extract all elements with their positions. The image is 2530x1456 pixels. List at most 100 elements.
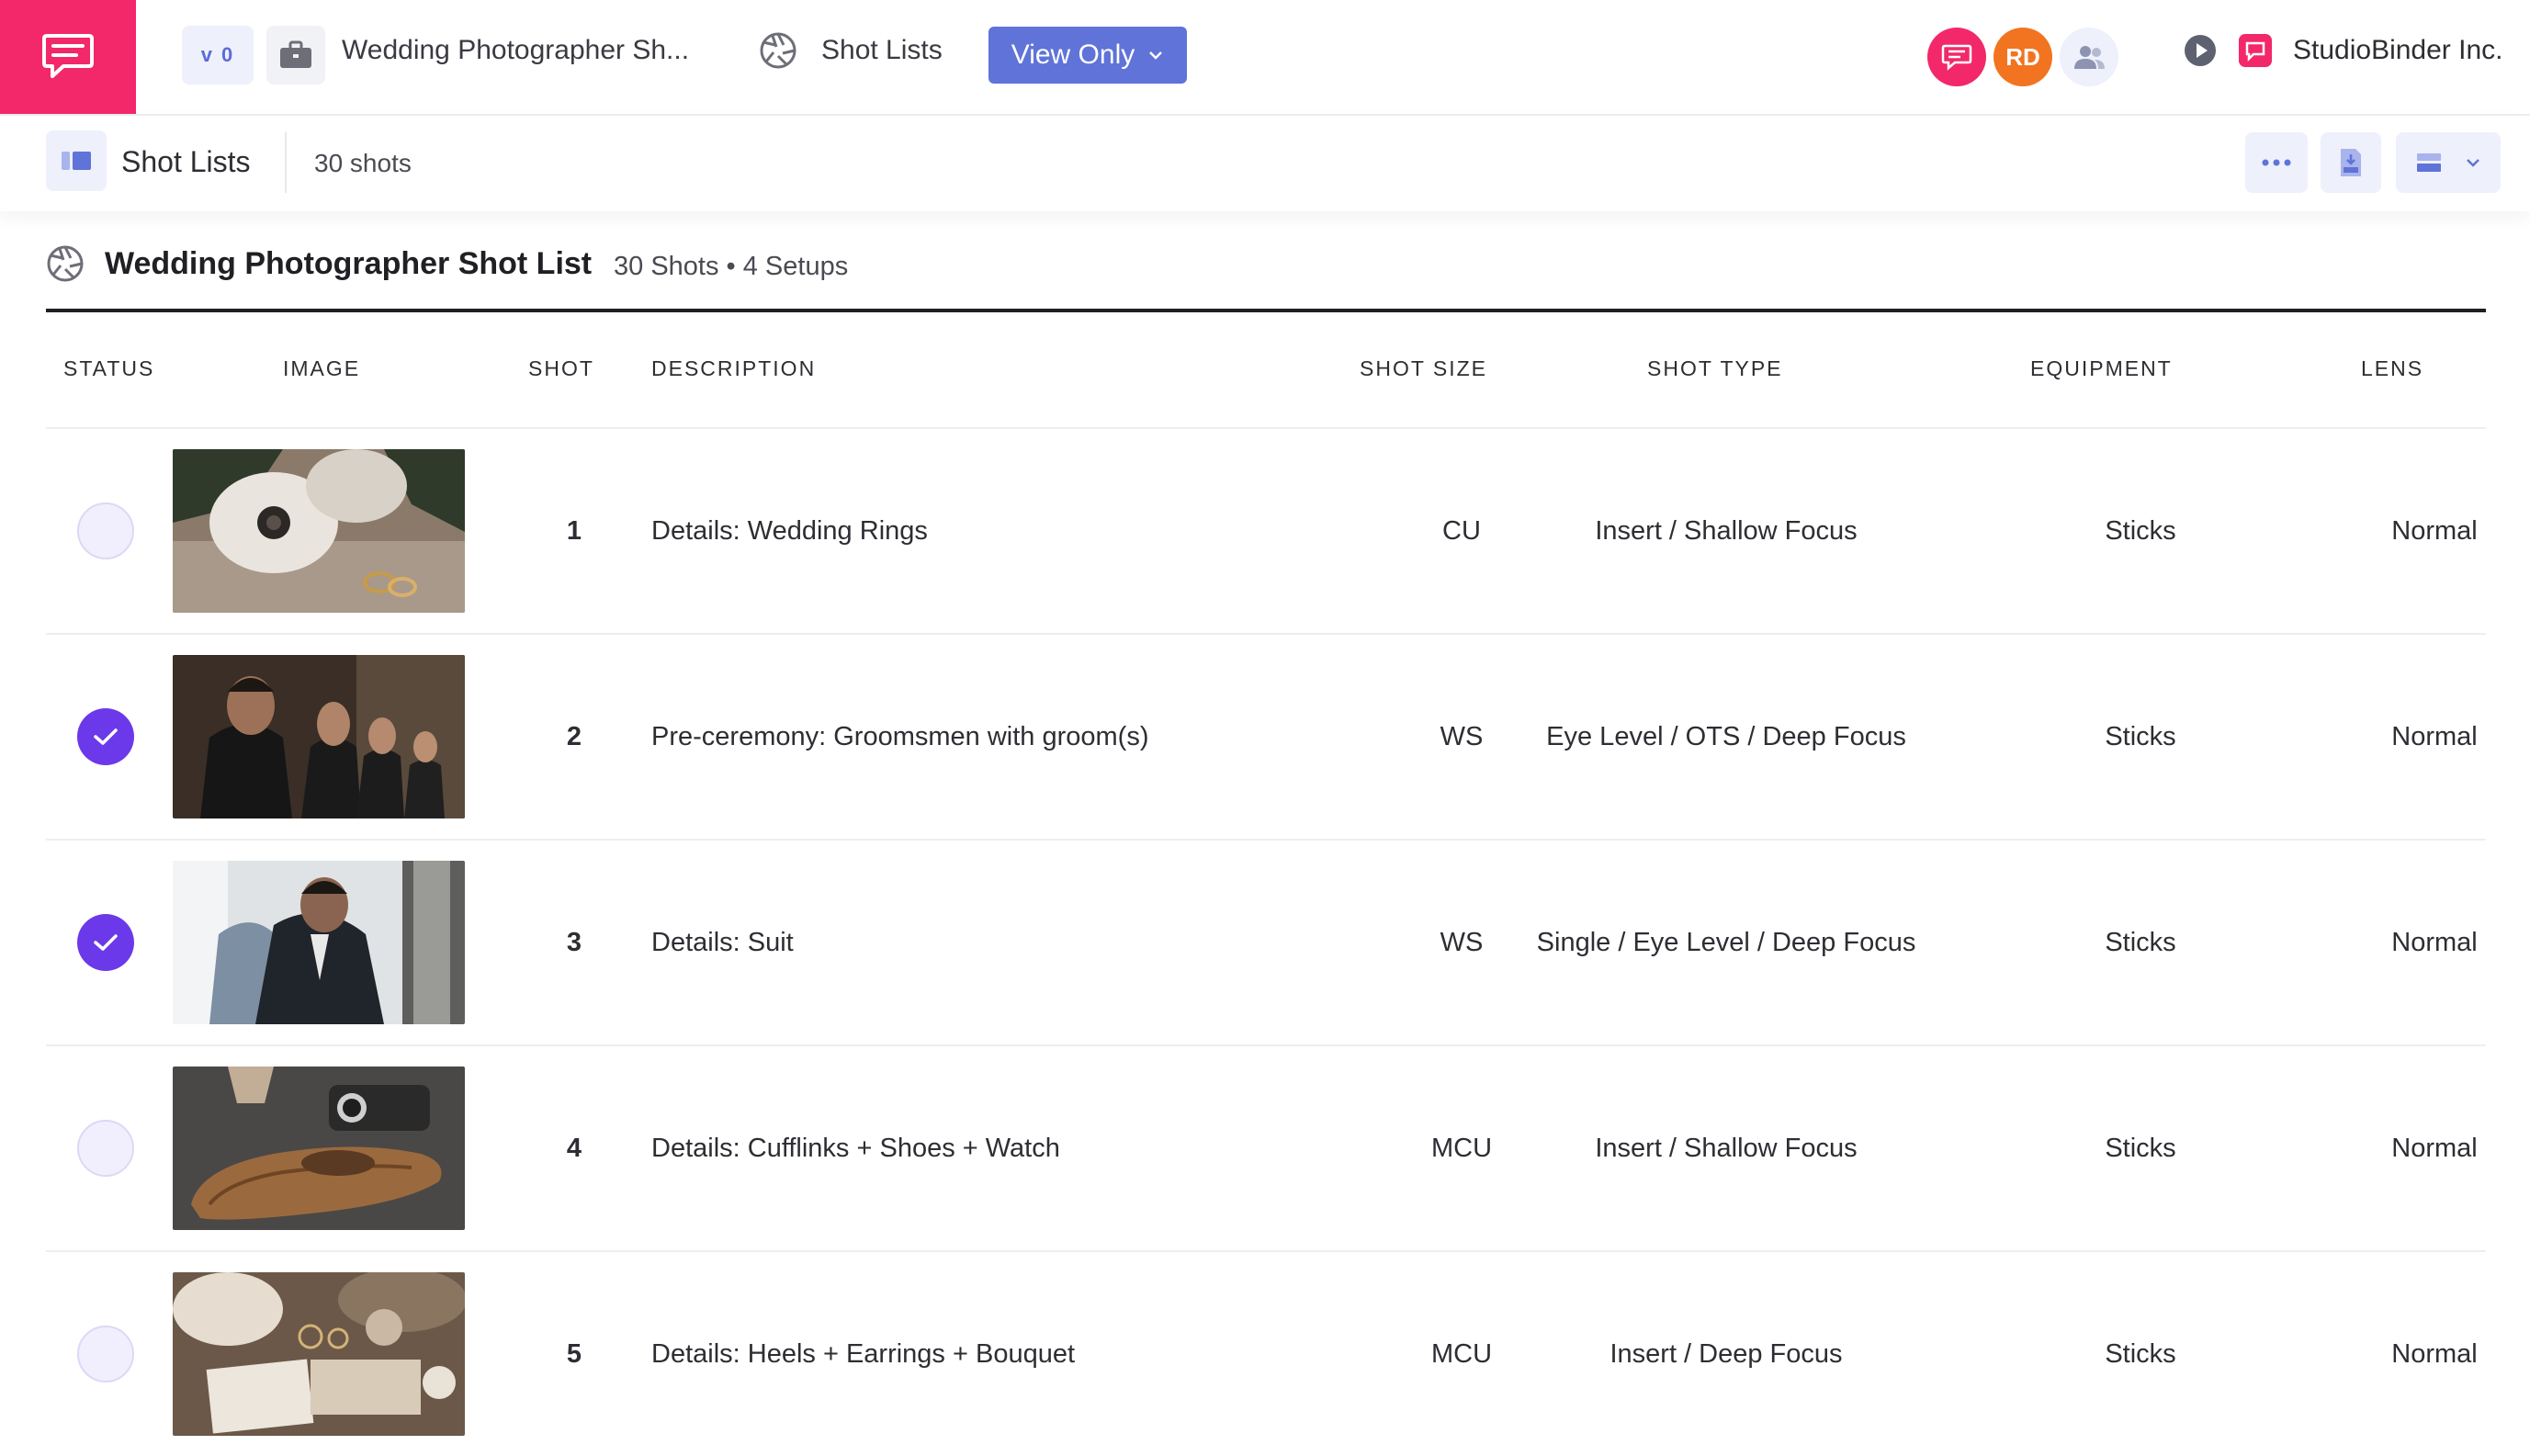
table-row[interactable]: 5 Details: Heels + Earrings + Bouquet MC… (46, 1250, 2486, 1456)
description-cell[interactable]: Details: Wedding Rings (651, 429, 928, 633)
col-header-status[interactable]: STATUS (63, 356, 154, 381)
chat-bubble-logo-icon (42, 34, 94, 78)
shot-number: 3 (566, 927, 582, 957)
people-icon (2074, 46, 2105, 69)
shot-type-cell[interactable]: Insert / Deep Focus (1516, 1252, 1937, 1456)
shot-type-cell[interactable]: Insert / Shallow Focus (1516, 429, 1937, 633)
chat-avatar[interactable] (1927, 28, 1986, 86)
equipment-cell[interactable]: Sticks (1994, 635, 2287, 839)
equipment-cell[interactable]: Sticks (1994, 841, 2287, 1044)
project-name[interactable]: Wedding Photographer Sh... (342, 35, 689, 66)
lens-cell[interactable]: Normal (2297, 1252, 2530, 1456)
status-cell (46, 1046, 165, 1250)
status-toggle[interactable] (77, 502, 134, 559)
nav-shot-lists-label: Shot Lists (821, 35, 943, 65)
description-cell[interactable]: Details: Cufflinks + Shoes + Watch (651, 1046, 1060, 1250)
user-avatar-rd[interactable]: RD (1994, 28, 2052, 86)
status-toggle[interactable] (77, 708, 134, 765)
briefcase-icon (280, 40, 311, 68)
shot-number: 4 (566, 1133, 582, 1163)
status-toggle[interactable] (77, 1120, 134, 1177)
equipment-cell[interactable]: Sticks (1994, 1252, 2287, 1456)
chat-icon (1941, 44, 1972, 71)
top-bar: v 0 Wedding Photographer Sh... Shot List… (0, 0, 2530, 116)
shot-thumbnail-shoes[interactable] (173, 1067, 465, 1230)
col-header-description[interactable]: DESCRIPTION (651, 356, 816, 381)
image-cell[interactable] (173, 429, 465, 633)
version-badge[interactable]: v 0 (182, 26, 254, 85)
equipment-cell[interactable]: Sticks (1994, 1046, 2287, 1250)
table-row[interactable]: 3 Details: Suit WS Single / Eye Level / … (46, 839, 2486, 1044)
status-cell (46, 1252, 165, 1456)
shot-number: 2 (566, 721, 582, 751)
sidebar-panel-icon (62, 152, 91, 170)
aperture-icon (760, 32, 796, 69)
shot-thumbnail-rings[interactable] (173, 449, 465, 613)
org-logo-icon (2239, 34, 2272, 67)
status-cell (46, 429, 165, 633)
description-cell[interactable]: Details: Suit (651, 841, 794, 1044)
lens-cell[interactable]: Normal (2297, 429, 2530, 633)
org-switcher[interactable]: StudioBinder Inc. (2183, 33, 2502, 68)
chevron-down-icon (1149, 51, 1163, 60)
shot-type-cell[interactable]: Insert / Shallow Focus (1516, 1046, 1937, 1250)
aperture-icon (47, 245, 84, 282)
status-cell (46, 841, 165, 1044)
description-cell[interactable]: Pre-ceremony: Groomsmen with groom(s) (651, 635, 1148, 839)
table-row[interactable]: 1 Details: Wedding Rings CU Insert / Sha… (46, 427, 2486, 633)
view-mode-label: View Only (1011, 40, 1135, 70)
shot-type-cell[interactable]: Eye Level / OTS / Deep Focus (1516, 635, 1937, 839)
shot-list-meta: 30 Shots • 4 Setups (614, 252, 849, 281)
shot-thumbnail-suit[interactable] (173, 861, 465, 1024)
image-cell[interactable] (173, 841, 465, 1044)
shot-number: 5 (566, 1338, 582, 1369)
col-header-equipment[interactable]: EQUIPMENT (2030, 356, 2173, 381)
divider (285, 132, 287, 193)
col-header-shot-type[interactable]: SHOT TYPE (1647, 356, 1783, 381)
lens-cell[interactable]: Normal (2297, 841, 2530, 1044)
col-header-lens[interactable]: LENS (2361, 356, 2423, 381)
col-header-shot-size[interactable]: SHOT SIZE (1360, 356, 1487, 381)
play-icon[interactable] (2183, 33, 2218, 68)
row-layout-icon (2417, 153, 2441, 172)
lens-cell[interactable]: Normal (2297, 1046, 2530, 1250)
table-row[interactable]: 2 Pre-ceremony: Groomsmen with groom(s) … (46, 633, 2486, 839)
shot-number: 1 (566, 515, 582, 546)
shot-list-title: Wedding Photographer Shot List (105, 246, 593, 281)
nav-shot-lists[interactable]: Shot Lists (759, 31, 943, 70)
more-options-button[interactable] (2245, 132, 2308, 193)
shot-count: 30 shots (314, 149, 412, 177)
pdf-download-icon (2341, 149, 2361, 176)
status-cell (46, 635, 165, 839)
avatar-initials: RD (2005, 42, 2040, 71)
shot-thumbnail-heels[interactable] (173, 1272, 465, 1436)
chevron-down-icon (2467, 159, 2479, 167)
equipment-cell[interactable]: Sticks (1994, 429, 2287, 633)
layout-view-dropdown[interactable] (2396, 132, 2501, 193)
toggle-panel-button[interactable] (46, 130, 107, 191)
lens-cell[interactable]: Normal (2297, 635, 2530, 839)
app-logo[interactable] (0, 0, 136, 114)
sub-toolbar: Shot Lists 30 shots (0, 116, 2530, 211)
section-title: Shot Lists (121, 145, 251, 178)
status-toggle[interactable] (77, 914, 134, 971)
image-cell[interactable] (173, 1046, 465, 1250)
shot-thumbnail-groomsmen[interactable] (173, 655, 465, 818)
view-mode-dropdown[interactable]: View Only (988, 27, 1187, 84)
image-cell[interactable] (173, 1252, 465, 1456)
col-header-shot[interactable]: SHOT (528, 356, 594, 381)
shot-list-header: Wedding Photographer Shot List 30 Shots … (46, 241, 2486, 312)
col-header-image[interactable]: IMAGE (283, 356, 360, 381)
table-row[interactable]: 4 Details: Cufflinks + Shoes + Watch MCU… (46, 1044, 2486, 1250)
description-cell[interactable]: Details: Heels + Earrings + Bouquet (651, 1252, 1075, 1456)
export-pdf-button[interactable] (2321, 132, 2381, 193)
shot-table-body: 1 Details: Wedding Rings CU Insert / Sha… (46, 427, 2486, 1456)
checkmark-icon (94, 934, 118, 951)
shot-type-cell[interactable]: Single / Eye Level / Deep Focus (1516, 841, 1937, 1044)
more-dots-icon (2262, 159, 2291, 166)
project-button[interactable] (266, 26, 325, 85)
image-cell[interactable] (173, 635, 465, 839)
org-name: StudioBinder Inc. (2293, 35, 2503, 65)
status-toggle[interactable] (77, 1326, 134, 1383)
team-avatar[interactable] (2060, 28, 2118, 86)
